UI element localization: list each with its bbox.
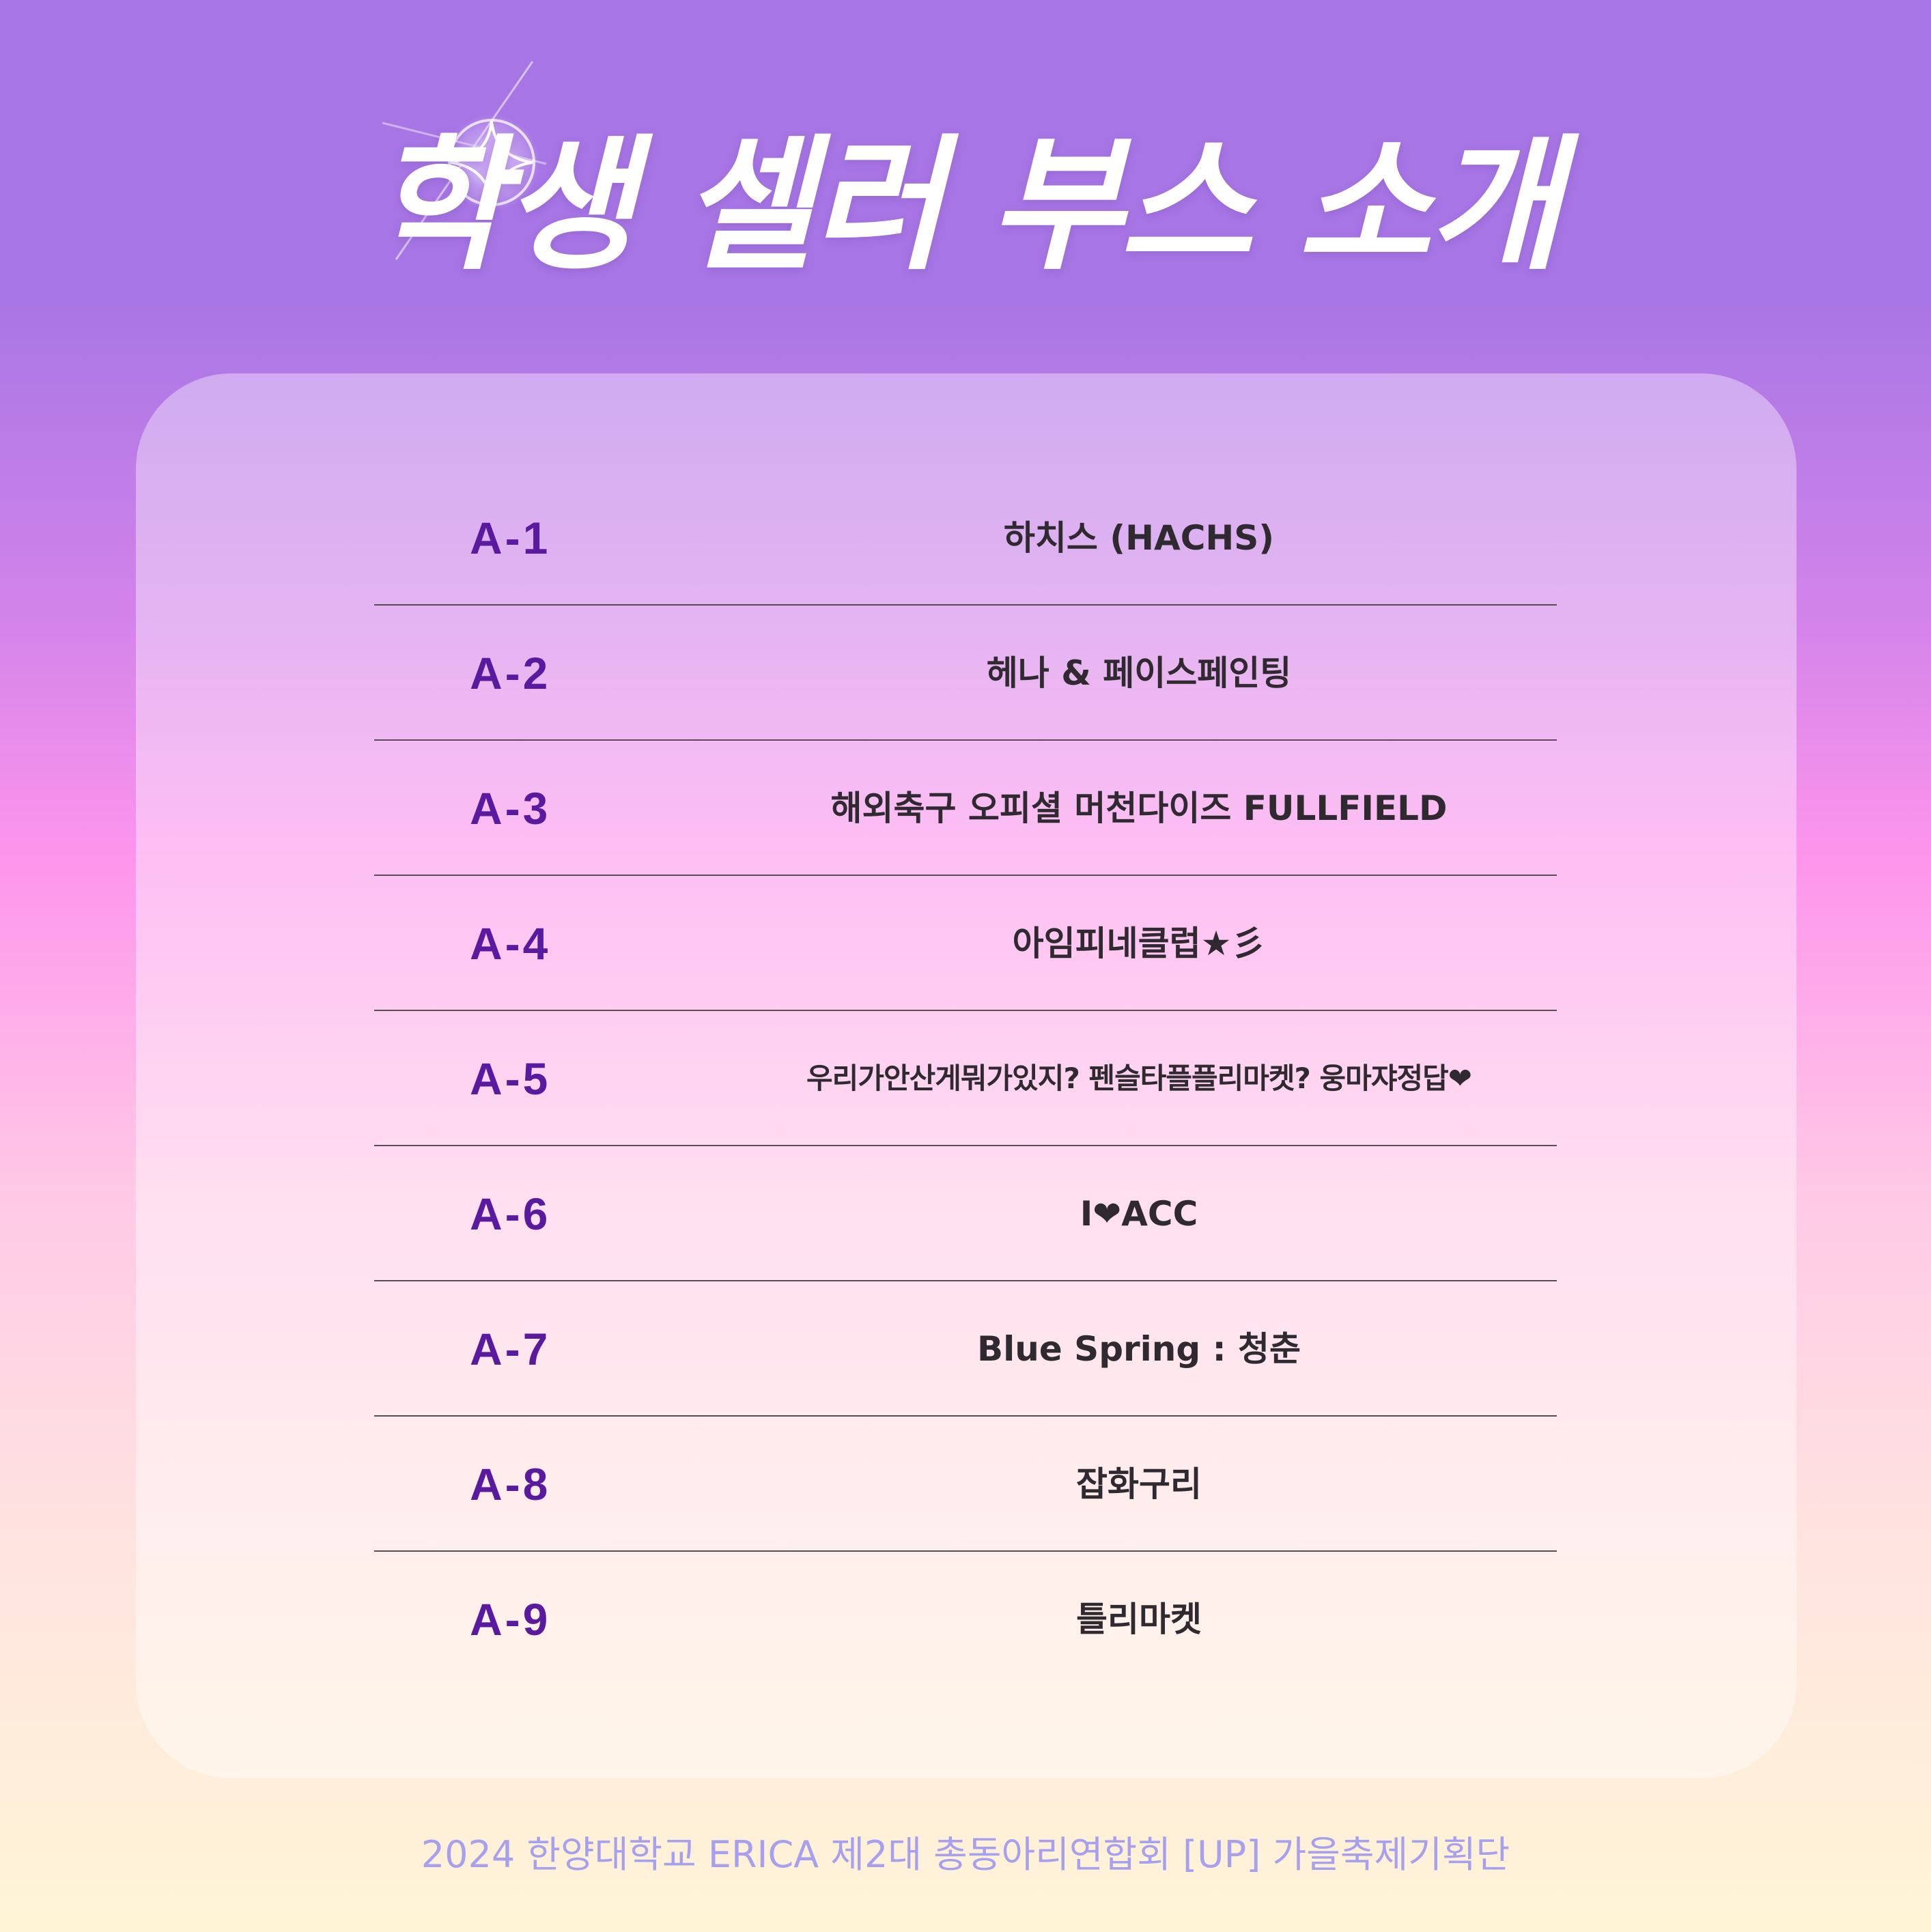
booth-name: 틀리마켓 xyxy=(1076,1600,1202,1639)
booth-row: A-9 틀리마켓 xyxy=(374,1552,1557,1687)
booth-name: 우리가안산게뭐가있지? 펜슬타플플리마켓? 웅마쟈정답❤ xyxy=(806,1062,1472,1095)
booth-name: I❤ACC xyxy=(1080,1194,1198,1234)
booth-name: 하치스 (HACHS) xyxy=(1003,518,1275,558)
booth-row: A-2 헤나 & 페이스페인팅 xyxy=(374,606,1557,741)
booth-row: A-6 I❤ACC xyxy=(374,1146,1557,1281)
booth-row: A-7 Blue Spring : 청춘 xyxy=(374,1281,1557,1417)
footer-credit: 2024 한양대학교 ERICA 제2대 총동아리연합회 [UP] 가을축제기획… xyxy=(421,1833,1510,1876)
booth-name: 잡화구리 xyxy=(1076,1464,1202,1504)
booth-name: 해외축구 오피셜 머천다이즈 FULLFIELD xyxy=(830,789,1448,828)
booth-row: A-1 하치스 (HACHS) xyxy=(374,470,1557,606)
booth-name: 헤나 & 페이스페인팅 xyxy=(986,653,1292,693)
booth-name: 아임피네클럽★彡 xyxy=(1012,924,1266,963)
booth-row: A-5 우리가안산게뭐가있지? 펜슬타플플리마켓? 웅마쟈정답❤ xyxy=(374,1011,1557,1146)
booth-row: A-8 잡화구리 xyxy=(374,1417,1557,1552)
booth-name: Blue Spring : 청춘 xyxy=(977,1329,1301,1369)
booth-row: A-4 아임피네클럽★彡 xyxy=(374,876,1557,1011)
page-title: 학생 셀러 부스 소개 xyxy=(372,121,1562,289)
booth-row: A-3 해외축구 오피셜 머천다이즈 FULLFIELD xyxy=(374,741,1557,876)
